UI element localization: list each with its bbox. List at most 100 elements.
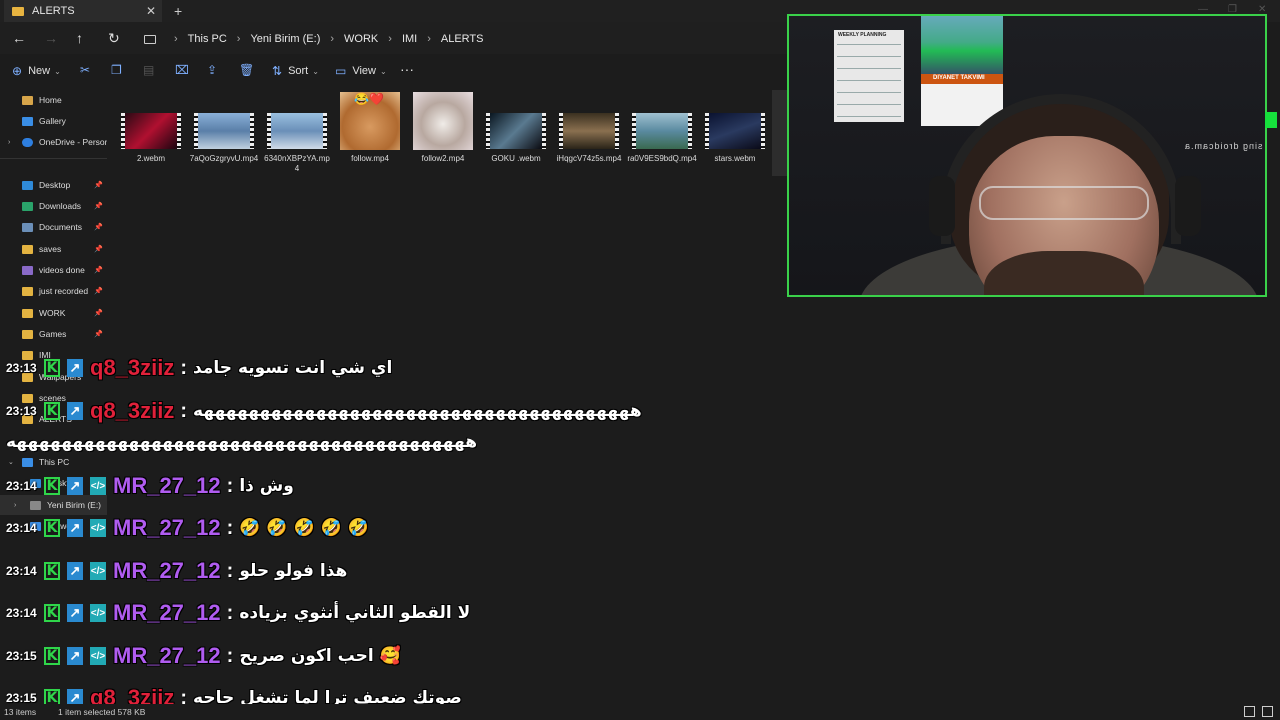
address-row: ← → ↑ ↻ › This PC › Yeni Birim (E:) › WO… [0,22,790,54]
chat-username: q8_3ziiz [90,398,175,423]
file-item[interactable]: 6340nXBPzYA.mp4 [262,88,332,178]
cut-icon[interactable]: ✂ [80,63,90,77]
pin-icon: 📌 [94,331,103,338]
pin-icon: 📌 [94,182,103,189]
chat-message: 23:14 K ↗ </> MR_27_12 : وش ذا [6,471,294,501]
code-badge-icon: </> [90,477,106,495]
sidebar-item-videos-done[interactable]: videos done 📌 [0,260,107,280]
chat-username: MR_27_12 [113,473,221,498]
arrow-badge-icon: ↗ [67,402,83,420]
file-item[interactable]: ra0V9ES9bdQ.mp4 [627,88,697,178]
new-tab-button[interactable]: + [174,3,182,19]
sidebar-item-desktop[interactable]: Desktop 📌 [0,175,107,195]
command-bar: ⊕ New ⌄ ✂ ❐ ▤ ⌧ ⇪ 🗑 ⇅ Sort ⌄ ▭ View ⌄ ··… [0,56,790,86]
chat-message: 23:15 K ↗ </> MR_27_12 : احب اكون صريح 🥰 [6,641,401,671]
chat-timestamp: 23:14 [6,606,37,620]
up-icon[interactable]: ↑ [76,30,83,46]
sidebar-item-label: Documents [39,222,82,232]
chat-colon: : [180,356,188,379]
arrow-badge-icon: ↗ [67,562,83,580]
more-options-button[interactable]: ··· [400,61,414,77]
sidebar-item-label: Home [39,95,62,105]
crumb-work[interactable]: WORK [344,33,378,45]
video-thumbnail [559,113,619,149]
kick-badge: K [44,402,60,420]
back-icon[interactable]: ← [12,30,26,46]
code-badge-icon: </> [90,519,106,537]
headset-earcup [1175,176,1201,236]
chat-text: احب اكون صريح 🥰 [239,646,401,666]
chat-timestamp: 23:14 [6,564,37,578]
file-item[interactable]: follow2.mp4 [408,88,478,178]
sidebar-item-games[interactable]: Games 📌 [0,324,107,344]
home-icon [22,95,33,105]
chat-username: MR_27_12 [113,558,221,583]
tab-alerts[interactable]: ALERTS ✕ [4,0,162,22]
sidebar-item-label: Yeni Birim (E:) [47,500,102,510]
file-name: GOKU .webm [491,154,541,163]
status-bar: 13 items 1 item selected 578 KB [0,704,1280,720]
kick-badge: K [44,604,60,622]
crumb-alerts[interactable]: ALERTS [441,33,484,45]
mirrored-label: sing droidcam.a [1184,141,1263,151]
file-item[interactable]: 2.webm [116,88,186,178]
forward-icon[interactable]: → [44,30,58,46]
delete-icon[interactable]: 🗑 [239,63,254,77]
close-tab-button[interactable]: ✕ [146,4,156,18]
chat-text: هذا فولو حلو [239,561,348,581]
sidebar-item-documents[interactable]: Documents 📌 [0,217,107,237]
headset [941,94,1181,244]
file-name: stars.webm [714,154,756,163]
chat-text: هههههههههههههههههههههههههههههههههههههههه [193,401,644,421]
rename-icon[interactable]: ⌧ [175,63,189,77]
sidebar-item-label: just recorded [39,286,89,296]
item-count: 13 items [4,707,37,717]
sidebar-item-label: Games [39,329,67,339]
chat-message: 23:14 K ↗ </> MR_27_12 : هذا فولو حلو [6,556,347,586]
sidebar-item-downloads[interactable]: Downloads 📌 [0,196,107,216]
crumb-drive[interactable]: Yeni Birim (E:) [250,33,320,45]
file-item[interactable]: GOKU .webm [481,88,551,178]
file-name: 6340nXBPzYA.mp4 [264,154,330,173]
details-view-icon[interactable] [1244,706,1255,717]
breadcrumb[interactable]: › This PC › Yeni Birim (E:) › WORK › IMI… [136,28,786,50]
file-name: 7aQoGzgryvU.mp4 [189,154,259,163]
chevron-down-icon[interactable]: ⌄ [8,458,14,466]
image-thumbnail: 😂❤️ [340,92,400,150]
crumb-imi[interactable]: IMI [402,33,417,45]
partial-file-item[interactable] [772,90,788,176]
sidebar-item-gallery[interactable]: Gallery [0,111,107,131]
sidebar-item-saves[interactable]: saves 📌 [0,239,107,259]
crumb-this-pc[interactable]: This PC [188,33,227,45]
sidebar-item-this-pc[interactable]: ⌄ This PC [0,452,107,472]
paste-icon[interactable]: ▤ [143,63,154,77]
sidebar-item-label: saves [39,244,62,254]
share-icon[interactable]: ⇪ [207,63,217,77]
file-item[interactable]: stars.webm [700,88,770,178]
chat-timestamp: 23:15 [6,649,37,663]
file-item[interactable]: iHqgcV74z5s.mp4 [554,88,624,178]
arrow-badge-icon: ↗ [67,477,83,495]
green-indicator [1265,112,1277,128]
sidebar-item-just-recorded[interactable]: just recorded 📌 [0,281,107,301]
view-button[interactable]: ▭ View ⌄ [335,64,387,78]
chevron-right-icon: › [388,33,392,45]
new-button[interactable]: ⊕ New ⌄ [12,64,61,78]
tiles-view-icon[interactable] [1262,706,1273,717]
file-item[interactable]: 😂❤️ follow.mp4 [335,88,405,178]
monitor-icon [22,457,33,467]
video-thumbnail [486,113,546,149]
chat-timestamp: 23:14 [6,479,37,493]
chevron-right-icon[interactable]: › [14,502,16,509]
sidebar-item-work[interactable]: WORK 📌 [0,303,107,323]
file-item[interactable]: 7aQoGzgryvU.mp4 [189,88,259,178]
refresh-icon[interactable]: ↻ [108,30,120,47]
sidebar-item-label: Gallery [39,116,66,126]
chevron-right-icon[interactable]: › [8,139,10,146]
sidebar-item-home[interactable]: Home [0,90,107,110]
chat-message: 23:14 K ↗ </> MR_27_12 : لا القطو الثاني… [6,598,470,628]
sort-button[interactable]: ⇅ Sort ⌄ [272,64,319,78]
copy-icon[interactable]: ❐ [111,63,122,77]
sidebar-item-onedrive[interactable]: › OneDrive - Persona [0,132,107,152]
sidebar-item-label: Downloads [39,201,82,211]
